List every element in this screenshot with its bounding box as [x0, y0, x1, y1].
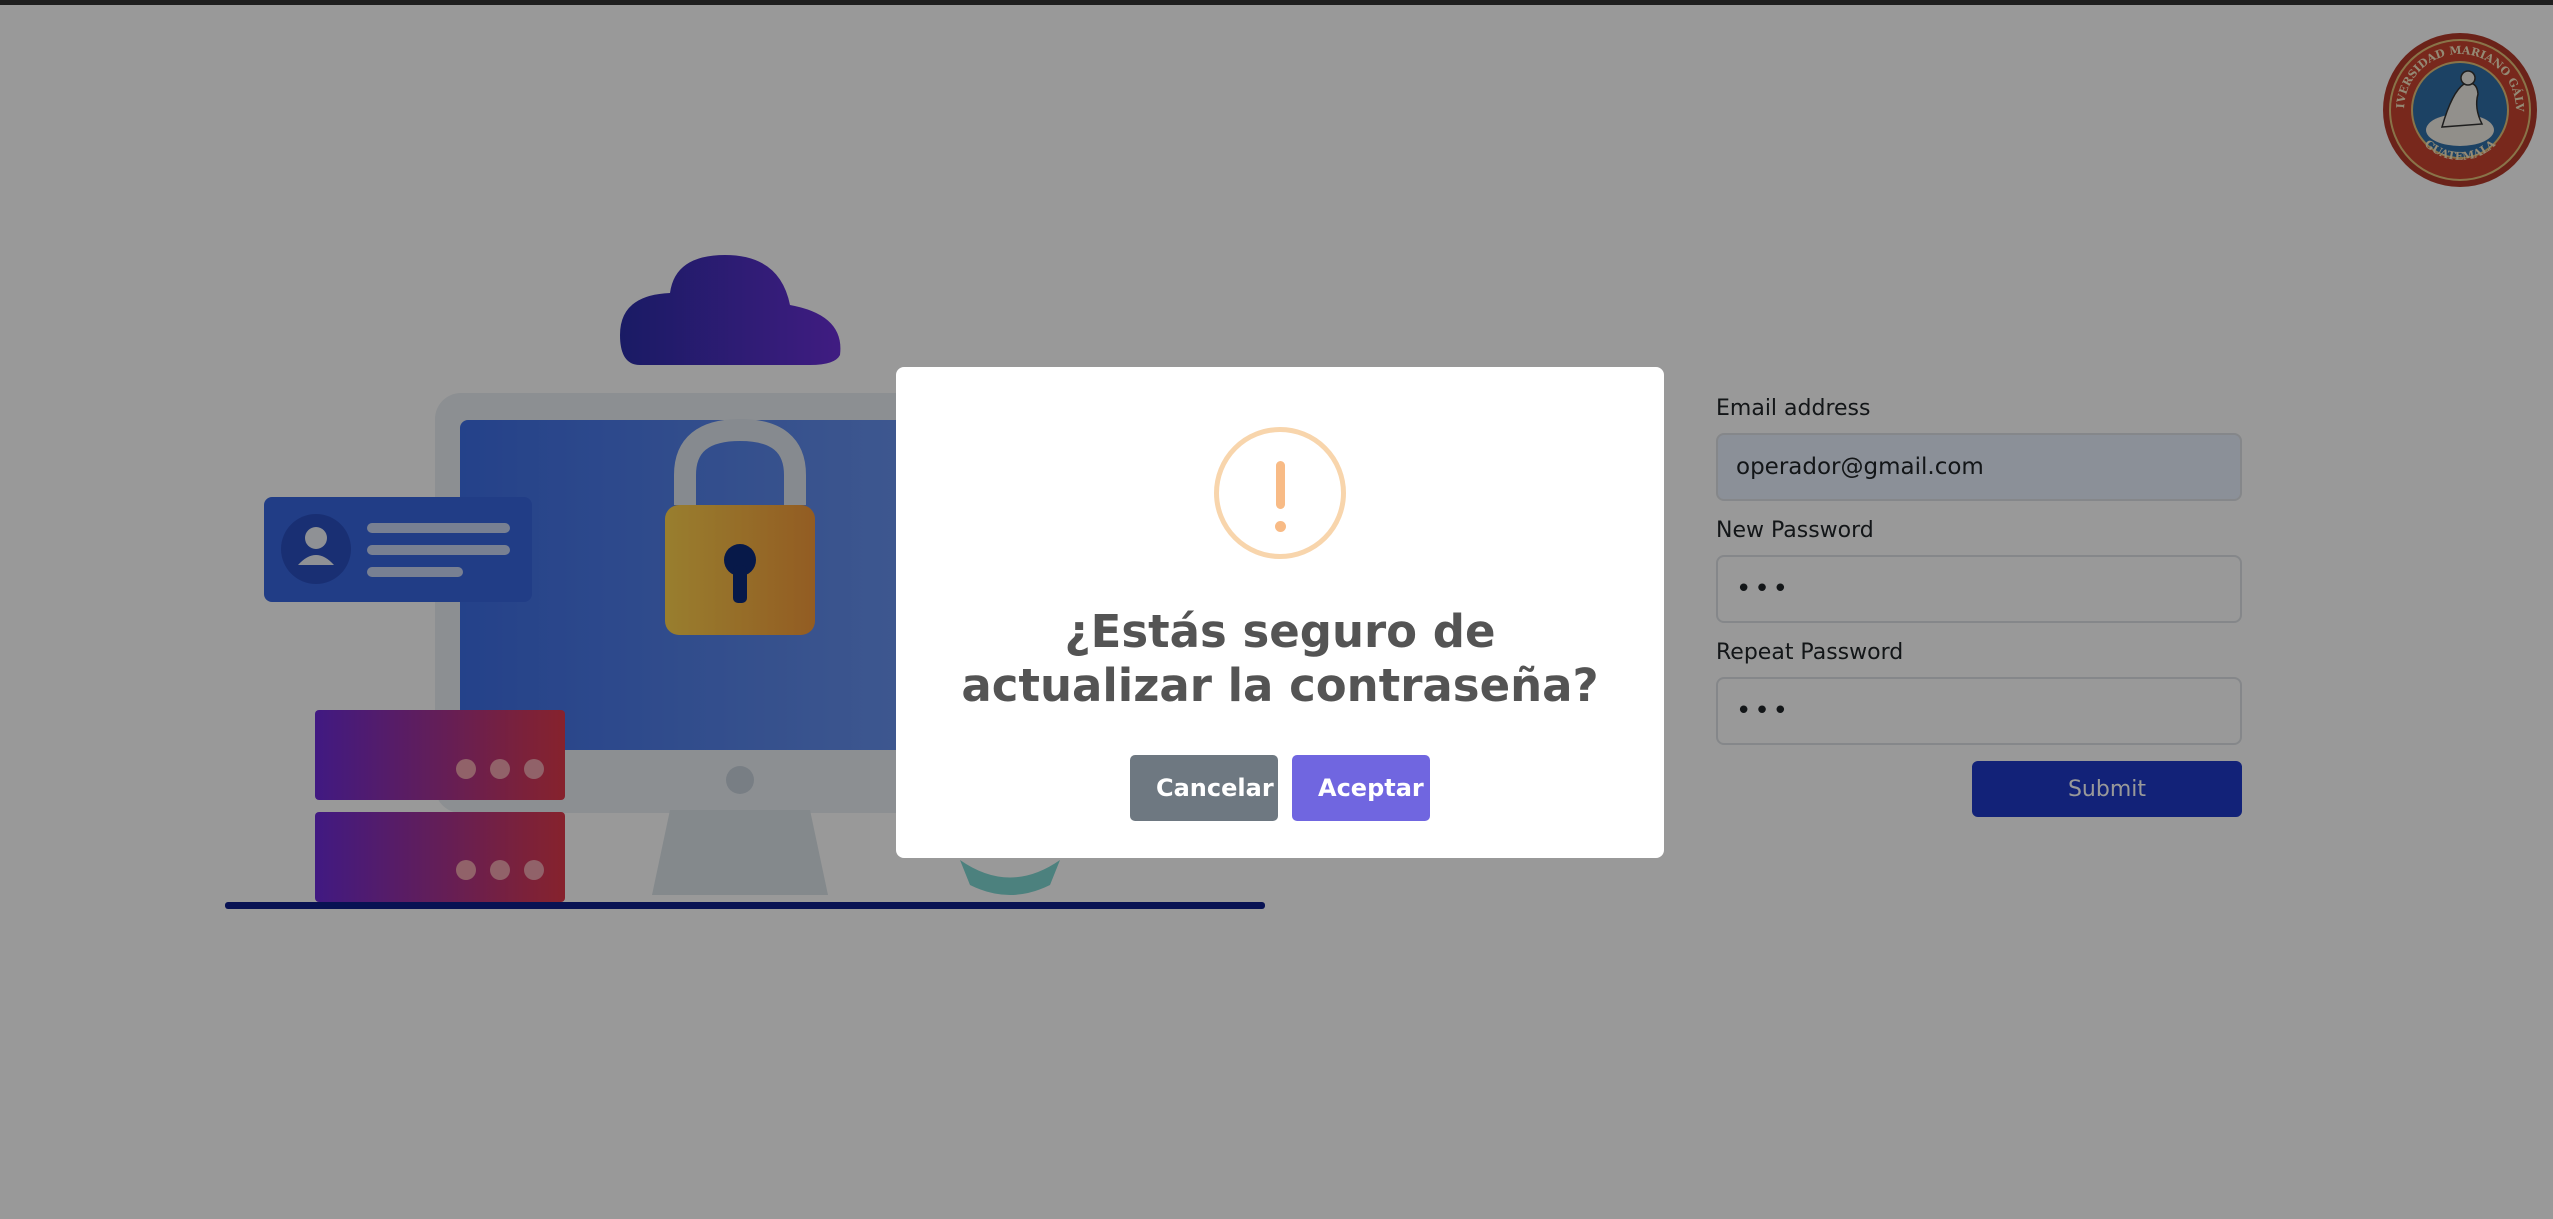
top-bar — [0, 0, 2553, 5]
warning-icon-bar — [1276, 461, 1285, 509]
dialog-title: ¿Estás seguro de actualizar la contraseñ… — [961, 605, 1599, 712]
warning-icon — [1214, 427, 1346, 559]
confirm-dialog: ¿Estás seguro de actualizar la contraseñ… — [896, 367, 1664, 858]
cancel-button[interactable]: Cancelar — [1130, 755, 1278, 821]
dialog-actions: Cancelar Aceptar — [896, 755, 1664, 821]
confirm-button[interactable]: Aceptar — [1292, 755, 1430, 821]
warning-icon-dot — [1275, 521, 1286, 532]
